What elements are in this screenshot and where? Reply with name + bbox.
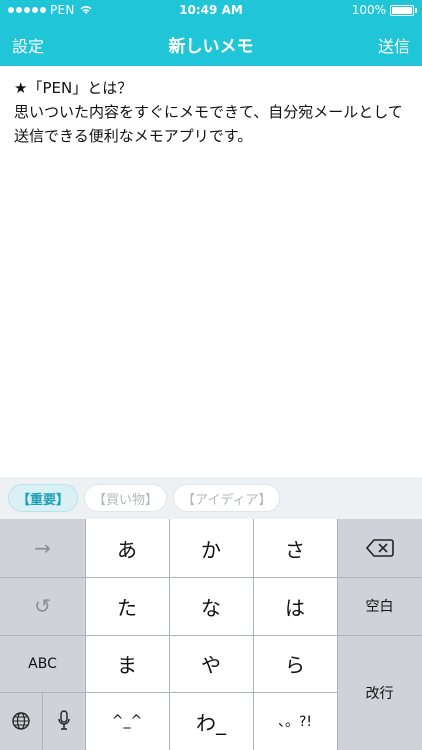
- kbd-divider: [253, 519, 254, 750]
- delete-key[interactable]: [337, 519, 422, 577]
- enter-label: 改行: [365, 685, 394, 702]
- abc-key[interactable]: ABC: [0, 635, 85, 692]
- tag-bar: 【重要】 【買い物】 【アイディア】: [0, 477, 422, 519]
- status-right: 100%: [351, 3, 417, 17]
- space-label: 空白: [365, 599, 394, 615]
- undo-icon: ↺: [34, 594, 51, 618]
- key-sa[interactable]: さ: [253, 519, 337, 577]
- kbd-divider: [85, 519, 86, 750]
- send-button[interactable]: 送信: [378, 33, 410, 57]
- backspace-icon: [365, 539, 394, 557]
- microphone-icon: [57, 710, 70, 730]
- note-textarea[interactable]: ★「PEN」とは？ 思いついた内容をすぐにメモできて、自分宛メールとして送信できる…: [14, 76, 410, 476]
- header-bar: PEN 10:49 AM 100% 設定 新しいメモ 送信: [0, 0, 422, 66]
- key-ra[interactable]: ら: [253, 635, 337, 692]
- globe-icon: [12, 712, 30, 730]
- key-ka[interactable]: か: [169, 519, 253, 577]
- page-title: 新しいメモ: [168, 37, 254, 57]
- key-a[interactable]: あ: [85, 519, 169, 577]
- tag-important[interactable]: 【重要】: [8, 484, 79, 512]
- caps-label: ^_^: [111, 713, 143, 729]
- key-wa[interactable]: わ_: [169, 692, 253, 750]
- note-line-1: ★「PEN」とは？: [14, 79, 133, 97]
- kbd-divider: [169, 519, 170, 750]
- battery-percent: 100%: [351, 3, 386, 17]
- key-na[interactable]: な: [169, 577, 253, 635]
- kbd-divider: [337, 519, 338, 750]
- tag-idea[interactable]: 【アイディア】: [173, 484, 281, 512]
- key-ta[interactable]: た: [85, 577, 169, 635]
- tag-shopping[interactable]: 【買い物】: [84, 484, 168, 512]
- arrow-right-icon: →: [34, 536, 51, 560]
- kbd-divider: [0, 635, 422, 636]
- keyboard: → あ か さ ↺ た な は 空白 ABC ま や ら ^_^ わ_ 、。?!…: [0, 519, 422, 750]
- key-caps[interactable]: ^_^: [85, 692, 169, 750]
- key-ya[interactable]: や: [169, 635, 253, 692]
- note-line-2: 思いついた内容をすぐにメモできて、自分宛メールとして送信できる便利なメモアプリで…: [14, 103, 403, 145]
- abc-label: ABC: [28, 655, 57, 672]
- kbd-divider: [0, 577, 422, 578]
- status-bar: PEN 10:49 AM 100%: [0, 0, 422, 22]
- battery-icon: [390, 4, 417, 16]
- key-punct[interactable]: 、。?!: [253, 692, 337, 750]
- key-ma[interactable]: ま: [85, 635, 169, 692]
- kbd-divider: [42, 692, 43, 750]
- undo-key[interactable]: ↺: [0, 577, 85, 635]
- space-key[interactable]: 空白: [337, 577, 422, 635]
- next-key[interactable]: →: [0, 519, 85, 577]
- key-ha[interactable]: は: [253, 577, 337, 635]
- enter-key[interactable]: 改行: [337, 635, 422, 750]
- nav-bar: 設定 新しいメモ 送信: [0, 22, 422, 66]
- punct-label: 、。?!: [277, 714, 313, 730]
- globe-key[interactable]: [0, 692, 42, 750]
- dictation-key[interactable]: [42, 692, 85, 750]
